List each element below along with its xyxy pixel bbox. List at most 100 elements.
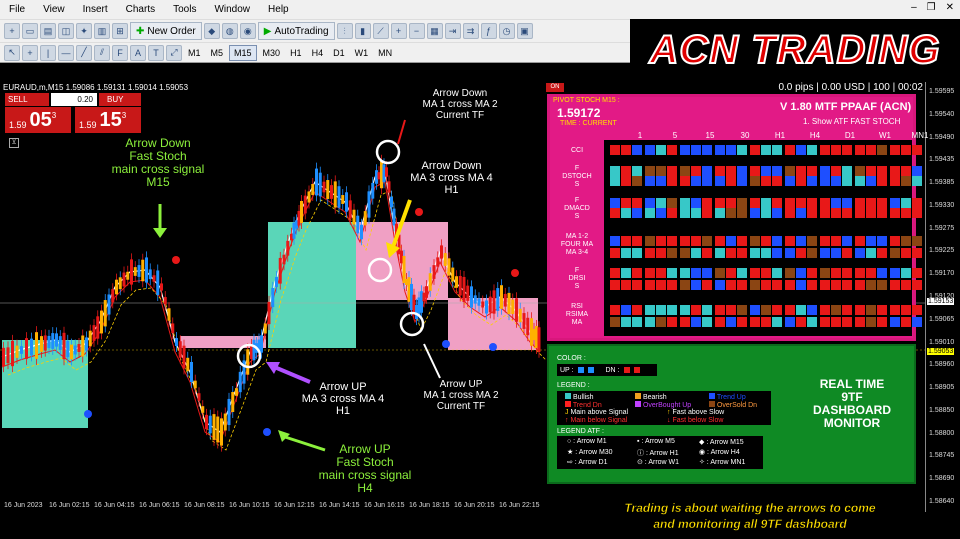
tf-m30[interactable]: M30 — [259, 46, 285, 60]
horizontal-line-icon[interactable]: — — [58, 44, 74, 61]
tf-h4[interactable]: H4 — [308, 46, 328, 60]
signal-cell — [855, 248, 865, 258]
buy-price[interactable]: 1.59 15 3 — [75, 107, 141, 133]
teal-zone — [268, 222, 356, 348]
tf-header: 5 — [672, 131, 678, 140]
signal-cell — [610, 268, 620, 278]
vertical-line-icon[interactable]: | — [40, 44, 56, 61]
on-badge[interactable]: ON — [546, 83, 564, 92]
tf-d1[interactable]: D1 — [329, 46, 349, 60]
new-order-button[interactable]: ✚ New Order — [130, 22, 202, 40]
terminal-icon[interactable]: ▥ — [94, 23, 110, 39]
chart-shift-icon[interactable]: ⇥ — [444, 23, 461, 39]
autoscroll-icon[interactable]: ⇉ — [462, 23, 479, 39]
signal-cell — [761, 208, 771, 218]
indicators-icon[interactable]: ƒ — [480, 23, 497, 39]
menu-file[interactable]: File — [0, 4, 34, 15]
new-chart-icon[interactable]: + — [4, 23, 20, 39]
tf-mn[interactable]: MN — [374, 46, 396, 60]
buy-button[interactable]: BUY — [99, 93, 141, 106]
signal-cell — [691, 280, 701, 290]
atf-mn1: ✧ : Arrow MN1 — [699, 459, 746, 466]
signal-cell — [842, 280, 852, 290]
tile-windows-icon[interactable]: ▦ — [426, 23, 443, 39]
periods-icon[interactable]: ◷ — [498, 23, 515, 39]
signal-cell — [877, 317, 887, 327]
data-window-icon[interactable]: ◫ — [58, 23, 74, 39]
market-watch-icon[interactable]: ▤ — [40, 23, 56, 39]
channel-icon[interactable]: ⫽ — [94, 44, 110, 61]
zoom-out-icon[interactable]: − — [408, 23, 425, 39]
candle-body — [515, 298, 518, 322]
signal-cell — [621, 248, 631, 258]
lot-size-input[interactable]: 0.20 — [51, 93, 97, 106]
candle-body — [447, 258, 451, 276]
candle-body — [537, 327, 541, 352]
menu-charts[interactable]: Charts — [117, 4, 164, 15]
signal-cell — [761, 236, 771, 246]
signal-cell — [761, 176, 771, 186]
candle-body — [15, 345, 19, 358]
annotation-arrow-down-ma34: Arrow Down MA 3 cross MA 4 H1 — [410, 160, 493, 196]
autotrading-button[interactable]: ▶ AutoTrading — [257, 22, 335, 40]
menu-tools[interactable]: Tools — [164, 4, 205, 15]
zoom-in-icon[interactable]: + — [390, 23, 407, 39]
trendline-icon[interactable]: ╱ — [76, 44, 92, 61]
tf-w1[interactable]: W1 — [351, 46, 373, 60]
profiles-icon[interactable]: ▭ — [22, 23, 38, 39]
signal-cell — [680, 317, 690, 327]
time-tick: 16 Jun 02:15 — [49, 502, 90, 509]
signal-cell — [610, 166, 620, 176]
dashboard-time: TIME : CURRENT — [560, 120, 617, 127]
signal-cell — [772, 166, 782, 176]
menu-view[interactable]: View — [34, 4, 74, 15]
signal-cell — [831, 236, 841, 246]
restore-icon[interactable]: ❐ — [927, 2, 936, 13]
bar-chart-icon[interactable]: ⫶ — [336, 23, 353, 39]
atf-m5: ▪ : Arrow M5 — [637, 438, 675, 445]
fibonacci-icon[interactable]: F — [112, 44, 128, 61]
tf-m15[interactable]: M15 — [229, 44, 257, 61]
arrow-tool-icon[interactable]: ⤢ — [166, 44, 182, 61]
signal-cell — [702, 198, 712, 208]
signal-cell — [667, 317, 677, 327]
tester-icon[interactable]: ⊞ — [112, 23, 128, 39]
line-chart-icon[interactable]: ⟋ — [372, 23, 389, 39]
candle-body — [341, 195, 345, 204]
globe-icon[interactable]: ◍ — [221, 23, 238, 39]
sell-price[interactable]: 1.59 05 3 — [5, 107, 71, 133]
options-icon[interactable]: ◉ — [239, 23, 256, 39]
candle-body — [122, 272, 126, 287]
candle-body — [145, 257, 148, 283]
show-atf-button[interactable]: 1. Show ATF FAST STOCH — [803, 117, 900, 126]
candlestick-icon[interactable]: ▮ — [354, 23, 371, 39]
sell-button[interactable]: SELL — [5, 93, 49, 106]
metaeditor-icon[interactable]: ◆ — [203, 23, 220, 39]
red-pointer-arrow — [397, 119, 406, 145]
expand-icon[interactable]: ⊻ — [9, 138, 19, 148]
candle-body — [348, 200, 352, 219]
tf-h1[interactable]: H1 — [286, 46, 306, 60]
price-tick: 1.59490 — [929, 133, 955, 141]
candle-body — [481, 301, 485, 308]
navigator-icon[interactable]: ✦ — [76, 23, 92, 39]
tf-m1[interactable]: M1 — [184, 46, 205, 60]
cursor-icon[interactable]: ↖ — [4, 44, 20, 61]
candle-body — [387, 181, 391, 193]
menu-insert[interactable]: Insert — [74, 4, 117, 15]
tf-m5[interactable]: M5 — [207, 46, 228, 60]
menu-window[interactable]: Window — [205, 4, 259, 15]
signal-cell — [691, 176, 701, 186]
signal-cell — [820, 305, 830, 315]
candle-body — [85, 337, 88, 351]
signal-cell — [785, 176, 795, 186]
minimize-icon[interactable]: – — [911, 2, 917, 13]
templates-icon[interactable]: ▣ — [516, 23, 533, 39]
menu-help[interactable]: Help — [259, 4, 298, 15]
crosshair-icon[interactable]: + — [22, 44, 38, 61]
signal-cell — [772, 176, 782, 186]
text-icon[interactable]: A — [130, 44, 146, 61]
close-icon[interactable]: ✕ — [946, 2, 954, 13]
label-icon[interactable]: T — [148, 44, 164, 61]
candle-body — [436, 257, 440, 267]
